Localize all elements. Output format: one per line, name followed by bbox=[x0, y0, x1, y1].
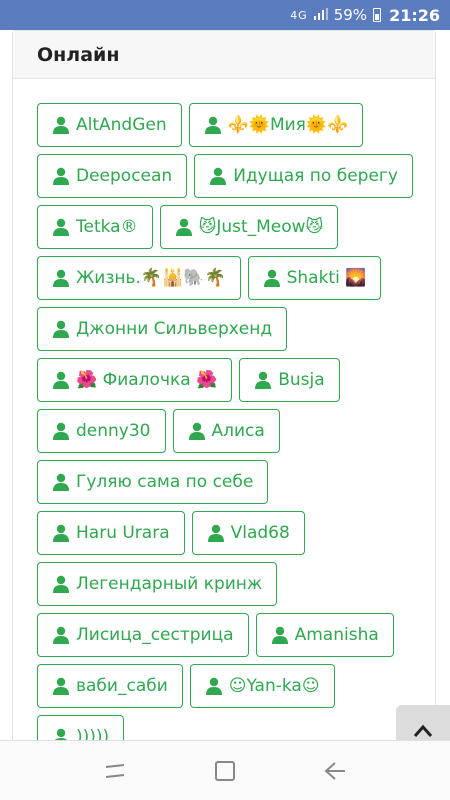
user-button[interactable]: Amanisha bbox=[255, 613, 394, 657]
user-icon bbox=[271, 626, 288, 644]
online-user-list: AltAndGen ⚜️🌞Мия🌞⚜️ Deepocean Идущая по бер… bbox=[13, 79, 435, 740]
home-icon bbox=[215, 760, 235, 781]
user-button-label: Busja bbox=[278, 370, 325, 390]
user-button[interactable]: ⚜️🌞Мия🌞⚜️ bbox=[188, 103, 364, 147]
user-button-label: Haru Urara bbox=[76, 523, 170, 543]
user-button-label: Tetka® bbox=[76, 217, 138, 237]
card-header: Онлайн bbox=[13, 31, 435, 79]
user-button-label: Vlad68 bbox=[230, 523, 290, 543]
user-button[interactable]: Джонни Сильверхенд bbox=[37, 307, 288, 351]
signal-indicator: 4G bbox=[290, 8, 308, 22]
user-icon bbox=[255, 371, 272, 389]
user-icon bbox=[53, 167, 69, 185]
user-button[interactable]: Лисица_сестрица bbox=[37, 613, 249, 657]
user-button[interactable]: Deepocean bbox=[37, 154, 188, 198]
back-icon bbox=[324, 761, 345, 780]
user-icon bbox=[188, 422, 205, 440]
user-icon bbox=[210, 167, 227, 185]
user-button[interactable]: ☺Yan-ka☺ bbox=[189, 664, 335, 708]
user-icon bbox=[53, 473, 69, 491]
user-button-label: Лисица_сестрица bbox=[76, 625, 234, 645]
user-button[interactable]: Идущая по берегу bbox=[194, 154, 413, 198]
user-button[interactable]: Shakti 🌄 bbox=[247, 256, 382, 300]
user-button-label: Легендарный кринж bbox=[76, 574, 263, 594]
user-button-label: ваби_саби bbox=[76, 676, 168, 696]
user-button-label: Amanisha bbox=[294, 625, 379, 645]
user-icon bbox=[205, 677, 222, 695]
user-icon bbox=[207, 524, 224, 542]
user-icon bbox=[53, 320, 69, 338]
user-button-label: AltAndGen bbox=[76, 115, 167, 135]
user-button[interactable]: Busja bbox=[239, 358, 340, 402]
user-button-label: Алиса bbox=[211, 421, 265, 441]
user-button-label: Shakti 🌄 bbox=[286, 268, 367, 288]
user-button[interactable]: ))))) bbox=[37, 715, 125, 740]
user-button[interactable]: Алиса bbox=[172, 409, 280, 453]
battery-icon bbox=[373, 8, 382, 22]
chevron-up-icon bbox=[413, 724, 433, 737]
signal-bars-icon bbox=[313, 6, 328, 24]
page-content: Онлайн AltAndGen ⚜️🌞Мия🌞⚜️ Deepocean Идущая… bbox=[0, 30, 450, 740]
user-icon bbox=[53, 116, 69, 134]
user-button-label: Жизнь.🌴🕌🐘🌴 bbox=[76, 268, 226, 288]
user-button-label: ))))) bbox=[76, 727, 110, 740]
user-icon bbox=[53, 626, 69, 644]
user-button-label: Джонни Сильверхенд bbox=[76, 319, 273, 339]
user-icon bbox=[263, 269, 280, 287]
user-icon bbox=[53, 422, 69, 440]
user-button-label: Deepocean bbox=[76, 166, 173, 186]
recent-apps-button[interactable] bbox=[95, 751, 135, 791]
user-button[interactable]: Tetka® bbox=[37, 205, 153, 249]
clock: 21:26 bbox=[389, 5, 440, 25]
user-button-label: 😼Just_Meow😼 bbox=[198, 217, 324, 237]
user-button[interactable]: 🌺 Фиалочка 🌺 bbox=[37, 358, 233, 402]
user-button[interactable]: Жизнь.🌴🕌🐘🌴 bbox=[37, 256, 241, 300]
user-icon bbox=[53, 677, 69, 695]
user-icon bbox=[53, 371, 69, 389]
user-icon bbox=[53, 218, 69, 236]
user-button-label: Идущая по берегу bbox=[233, 166, 398, 186]
user-button-label: ⚜️🌞Мия🌞⚜️ bbox=[227, 115, 349, 135]
card-title: Онлайн bbox=[37, 43, 120, 66]
user-button[interactable]: 😼Just_Meow😼 bbox=[159, 205, 339, 249]
user-button[interactable]: Легендарный кринж bbox=[37, 562, 278, 606]
user-button-label: Гуляю сама по себе bbox=[76, 472, 254, 492]
home-button[interactable] bbox=[205, 751, 245, 791]
recent-apps-icon bbox=[105, 763, 125, 778]
user-icon bbox=[53, 524, 69, 542]
android-nav-bar bbox=[0, 740, 450, 800]
user-button[interactable]: ваби_саби bbox=[37, 664, 183, 708]
back-button[interactable] bbox=[315, 751, 355, 791]
user-icon bbox=[175, 218, 192, 236]
user-button[interactable]: AltAndGen bbox=[37, 103, 182, 147]
user-button[interactable]: Гуляю сама по себе bbox=[37, 460, 269, 504]
user-icon bbox=[53, 269, 69, 287]
online-users-card: Онлайн AltAndGen ⚜️🌞Мия🌞⚜️ Deepocean Идущая… bbox=[12, 30, 436, 740]
user-button[interactable]: Haru Urara bbox=[37, 511, 185, 555]
user-button-label: denny30 bbox=[76, 421, 151, 441]
user-icon bbox=[54, 728, 68, 740]
user-icon bbox=[53, 575, 69, 593]
user-button-label: 🌺 Фиалочка 🌺 bbox=[76, 370, 218, 390]
user-button-label: ☺Yan-ka☺ bbox=[228, 676, 320, 696]
user-button[interactable]: Vlad68 bbox=[191, 511, 305, 555]
status-bar: 4G 59% 21:26 bbox=[0, 0, 450, 30]
user-button[interactable]: denny30 bbox=[37, 409, 166, 453]
battery-percent: 59% bbox=[333, 6, 368, 24]
user-icon bbox=[204, 116, 221, 134]
